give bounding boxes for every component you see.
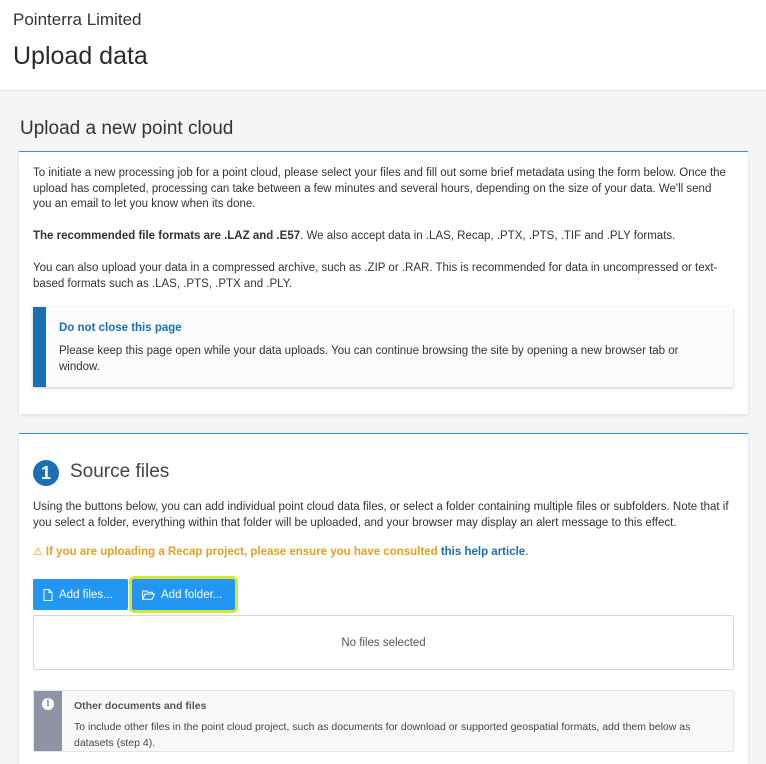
folder-open-icon [142,590,155,600]
warning-period: . [525,546,529,558]
other-documents-info: i Other documents and files To include o… [33,690,734,752]
warning-triangle-icon: ⚠ [33,546,43,558]
recap-warning: ⚠ If you are uploading a Recap project, p… [33,545,528,558]
intro-paragraph-1: To initiate a new processing job for a p… [33,167,726,210]
step-number-badge: 1 [33,460,59,486]
info-body: To include other files in the point clou… [74,721,691,749]
callout-title: Do not close this page [59,322,182,334]
help-article-link[interactable]: this help article [441,546,525,558]
recommended-formats: The recommended file formats are .LAZ an… [33,230,301,242]
source-files-description: Using the buttons below, you can add ind… [33,501,729,529]
page-title: Upload data [13,42,148,70]
add-files-label: Add files... [59,588,113,601]
info-sidebar: i [34,691,62,751]
source-files-panel: 1 Source files Using the buttons below, … [19,433,748,764]
accepted-formats: . We also accept data in .LAS, Recap, .P… [300,230,676,242]
company-name: Pointerra Limited [13,10,142,29]
file-icon [43,588,53,601]
warning-text: If you are uploading a Recap project, pl… [45,546,438,558]
info-icon: i [42,698,54,710]
intro-panel: To initiate a new processing job for a p… [19,151,748,414]
intro-paragraph-2: The recommended file formats are .LAZ an… [33,229,733,245]
file-list-dropzone[interactable]: No files selected [33,615,734,670]
intro-paragraph-3: You can also upload your data in a compr… [33,262,718,290]
section-title: Upload a new point cloud [20,118,234,139]
add-folder-button[interactable]: Add folder... [129,576,238,613]
add-folder-label: Add folder... [161,588,223,601]
add-files-button[interactable]: Add files... [33,579,128,610]
source-files-title: Source files [70,461,170,482]
page-header: Pointerra Limited Upload data [0,0,766,91]
info-title: Other documents and files [74,700,207,712]
callout-body: Please keep this page open while your da… [59,345,679,373]
empty-state-text: No files selected [341,636,426,649]
do-not-close-callout: Do not close this page Please keep this … [33,307,733,387]
